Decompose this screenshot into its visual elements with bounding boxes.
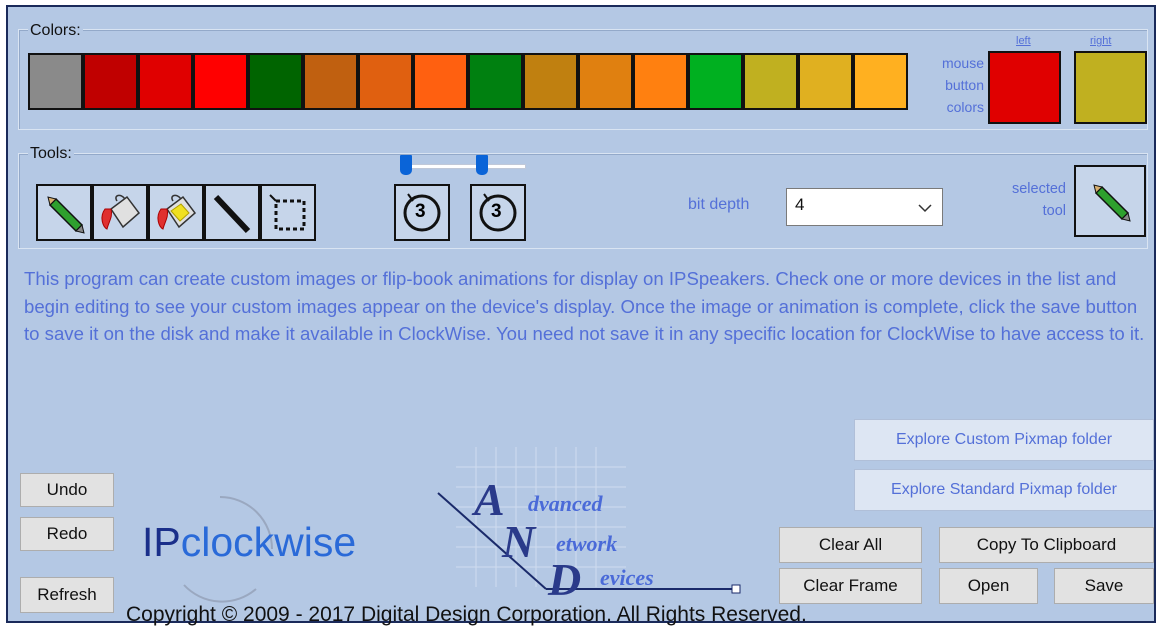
ipclockwise-clockwise: clockwise <box>180 519 357 565</box>
color-swatch[interactable] <box>633 53 688 110</box>
color-swatch[interactable] <box>83 53 138 110</box>
and-letter-a: A <box>474 474 505 525</box>
dial-2-value: 3 <box>491 201 502 222</box>
paint-bucket-icon <box>101 194 141 230</box>
selected-tool-label-line1: selected <box>1011 181 1066 197</box>
clear-all-button[interactable]: Clear All <box>779 527 922 563</box>
explore-standard-pixmap-button[interactable]: Explore Standard Pixmap folder <box>854 469 1154 511</box>
color-swatch[interactable] <box>523 53 578 110</box>
chevron-down-icon <box>918 204 932 213</box>
tools-group-label: Tools: <box>28 145 74 163</box>
clear-frame-button[interactable]: Clear Frame <box>779 568 922 604</box>
bit-depth-select[interactable]: 4 <box>786 188 943 226</box>
mouse-label-line2: button <box>945 77 984 93</box>
color-swatch[interactable] <box>743 53 798 110</box>
size-dial-1[interactable]: 3 <box>394 184 450 241</box>
explore-custom-pixmap-button[interactable]: Explore Custom Pixmap folder <box>854 419 1154 461</box>
size-slider-2-thumb[interactable] <box>476 155 488 175</box>
mouse-label-line1: mouse <box>941 55 984 71</box>
left-mouse-color-swatch[interactable] <box>988 51 1061 124</box>
description-text: This program can create custom images or… <box>24 268 1145 344</box>
line-icon <box>213 194 251 233</box>
left-mouse-label: left <box>1016 35 1031 47</box>
pencil-icon <box>47 195 85 234</box>
selected-tool-label: selected tool <box>986 181 1066 219</box>
undo-button[interactable]: Undo <box>20 473 114 507</box>
color-swatch[interactable] <box>138 53 193 110</box>
color-swatch[interactable] <box>798 53 853 110</box>
copyright-text: Copyright © 2009 - 2017 Digital Design C… <box>126 603 807 626</box>
mouse-label-line3: colors <box>946 99 984 115</box>
size-dial-2[interactable]: 3 <box>470 184 526 241</box>
ipclockwise-ip: IP <box>142 519 181 565</box>
open-button[interactable]: Open <box>939 568 1038 604</box>
color-swatch[interactable] <box>303 53 358 110</box>
color-swatch[interactable] <box>853 53 908 110</box>
copy-to-clipboard-button[interactable]: Copy To Clipboard <box>939 527 1154 563</box>
color-swatch[interactable] <box>468 53 523 110</box>
and-line1: dvanced <box>528 491 603 516</box>
paint-bucket-outline-icon <box>157 194 197 230</box>
and-line3: evices <box>600 565 654 590</box>
redo-button[interactable]: Redo <box>20 517 114 551</box>
color-swatch[interactable] <box>193 53 248 110</box>
dial-1-value: 3 <box>415 201 426 222</box>
bit-depth-value: 4 <box>795 195 805 214</box>
bit-depth-label: bit depth <box>688 196 750 213</box>
color-swatch[interactable] <box>578 53 633 110</box>
ipclockwise-wordmark: IPclockwise <box>142 519 356 566</box>
colors-group-label: Colors: <box>28 22 83 40</box>
color-swatch[interactable] <box>413 53 468 110</box>
color-swatch[interactable] <box>688 53 743 110</box>
selected-tool-label-line2: tool <box>1042 203 1066 219</box>
and-letter-n: N <box>502 516 536 567</box>
and-letter-d: D <box>548 554 582 605</box>
pencil-tool-button[interactable] <box>36 184 92 241</box>
right-mouse-label: right <box>1090 35 1112 47</box>
select-tool-button[interactable] <box>260 184 316 241</box>
color-swatch[interactable] <box>358 53 413 110</box>
line-tool-button[interactable] <box>204 184 260 241</box>
refresh-button[interactable]: Refresh <box>20 577 114 613</box>
fill-tool-button[interactable] <box>92 184 148 241</box>
mouse-button-colors-label: mouse button colors <box>918 55 984 115</box>
fill-outline-tool-button[interactable] <box>148 184 204 241</box>
select-rectangle-icon <box>269 193 306 230</box>
size-slider-1-thumb[interactable] <box>400 155 412 175</box>
pixmap-editor-window: Colors: mouse button colors left right T… <box>6 5 1156 626</box>
color-swatch[interactable] <box>248 53 303 110</box>
right-mouse-color-swatch[interactable] <box>1074 51 1147 124</box>
save-button[interactable]: Save <box>1054 568 1154 604</box>
color-swatch[interactable] <box>28 53 83 110</box>
selected-tool-display <box>1074 165 1146 237</box>
pencil-icon <box>1093 184 1131 222</box>
